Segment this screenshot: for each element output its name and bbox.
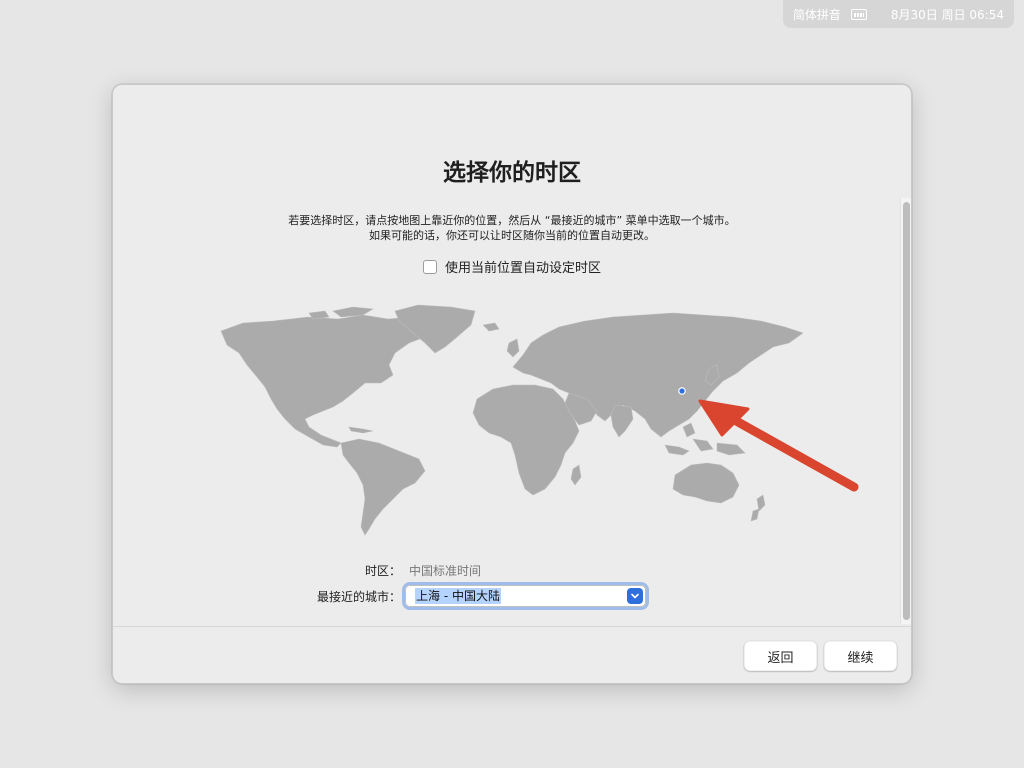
input-method-label[interactable]: 简体拼音 xyxy=(793,6,841,23)
auto-timezone-label[interactable]: 使用当前位置自动设定时区 xyxy=(445,257,601,276)
instructions-text: 若要选择时区，请点按地图上靠近你的位置，然后从 “最接近的城市” 菜单中选取一个… xyxy=(113,213,911,243)
continue-button[interactable]: 继续 xyxy=(824,641,897,671)
auto-timezone-checkbox[interactable] xyxy=(422,259,437,274)
page-title: 选择你的时区 xyxy=(443,160,581,186)
scrollbar-thumb[interactable] xyxy=(903,202,910,620)
vertical-scrollbar[interactable] xyxy=(900,198,911,624)
closest-city-combobox[interactable]: 上海 - 中国大陆 xyxy=(405,585,646,607)
timezone-label: 时区： xyxy=(364,564,401,578)
location-pin-icon xyxy=(678,387,686,395)
north-america-landmass[interactable] xyxy=(220,314,436,448)
closest-city-label: 最接近的城市： xyxy=(316,590,401,604)
auto-timezone-row[interactable]: 使用当前位置自动设定时区 xyxy=(113,257,911,276)
setup-window: 选择你的时区 若要选择时区，请点按地图上靠近你的位置，然后从 “最接近的城市” … xyxy=(112,84,912,684)
timezone-value: 中国标准时间 xyxy=(409,564,482,578)
footer-divider xyxy=(113,626,911,627)
instructions-line-1: 若要选择时区，请点按地图上靠近你的位置，然后从 “最接近的城市” 菜单中选取一个… xyxy=(288,214,736,227)
closest-city-input[interactable]: 上海 - 中国大陆 xyxy=(415,588,501,604)
instructions-line-2: 如果可能的话，你还可以让时区随你当前的位置自动更改。 xyxy=(369,229,655,242)
closest-city-row: 最接近的城市： 上海 - 中国大陆 xyxy=(113,585,911,607)
annotation-arrow-icon xyxy=(698,399,859,492)
back-button[interactable]: 返回 xyxy=(744,641,817,671)
south-america-landmass[interactable] xyxy=(340,438,426,536)
chevron-down-icon[interactable] xyxy=(627,588,643,604)
menubar-datetime[interactable]: 8月30日 周日 06:54 xyxy=(891,6,1004,23)
africa-landmass[interactable] xyxy=(472,384,580,496)
timezone-row: 时区： 中国标准时间 xyxy=(113,562,911,580)
keyboard-icon[interactable] xyxy=(850,8,867,20)
menubar-status-area: 简体拼音 8月30日 周日 06:54 xyxy=(782,0,1014,28)
